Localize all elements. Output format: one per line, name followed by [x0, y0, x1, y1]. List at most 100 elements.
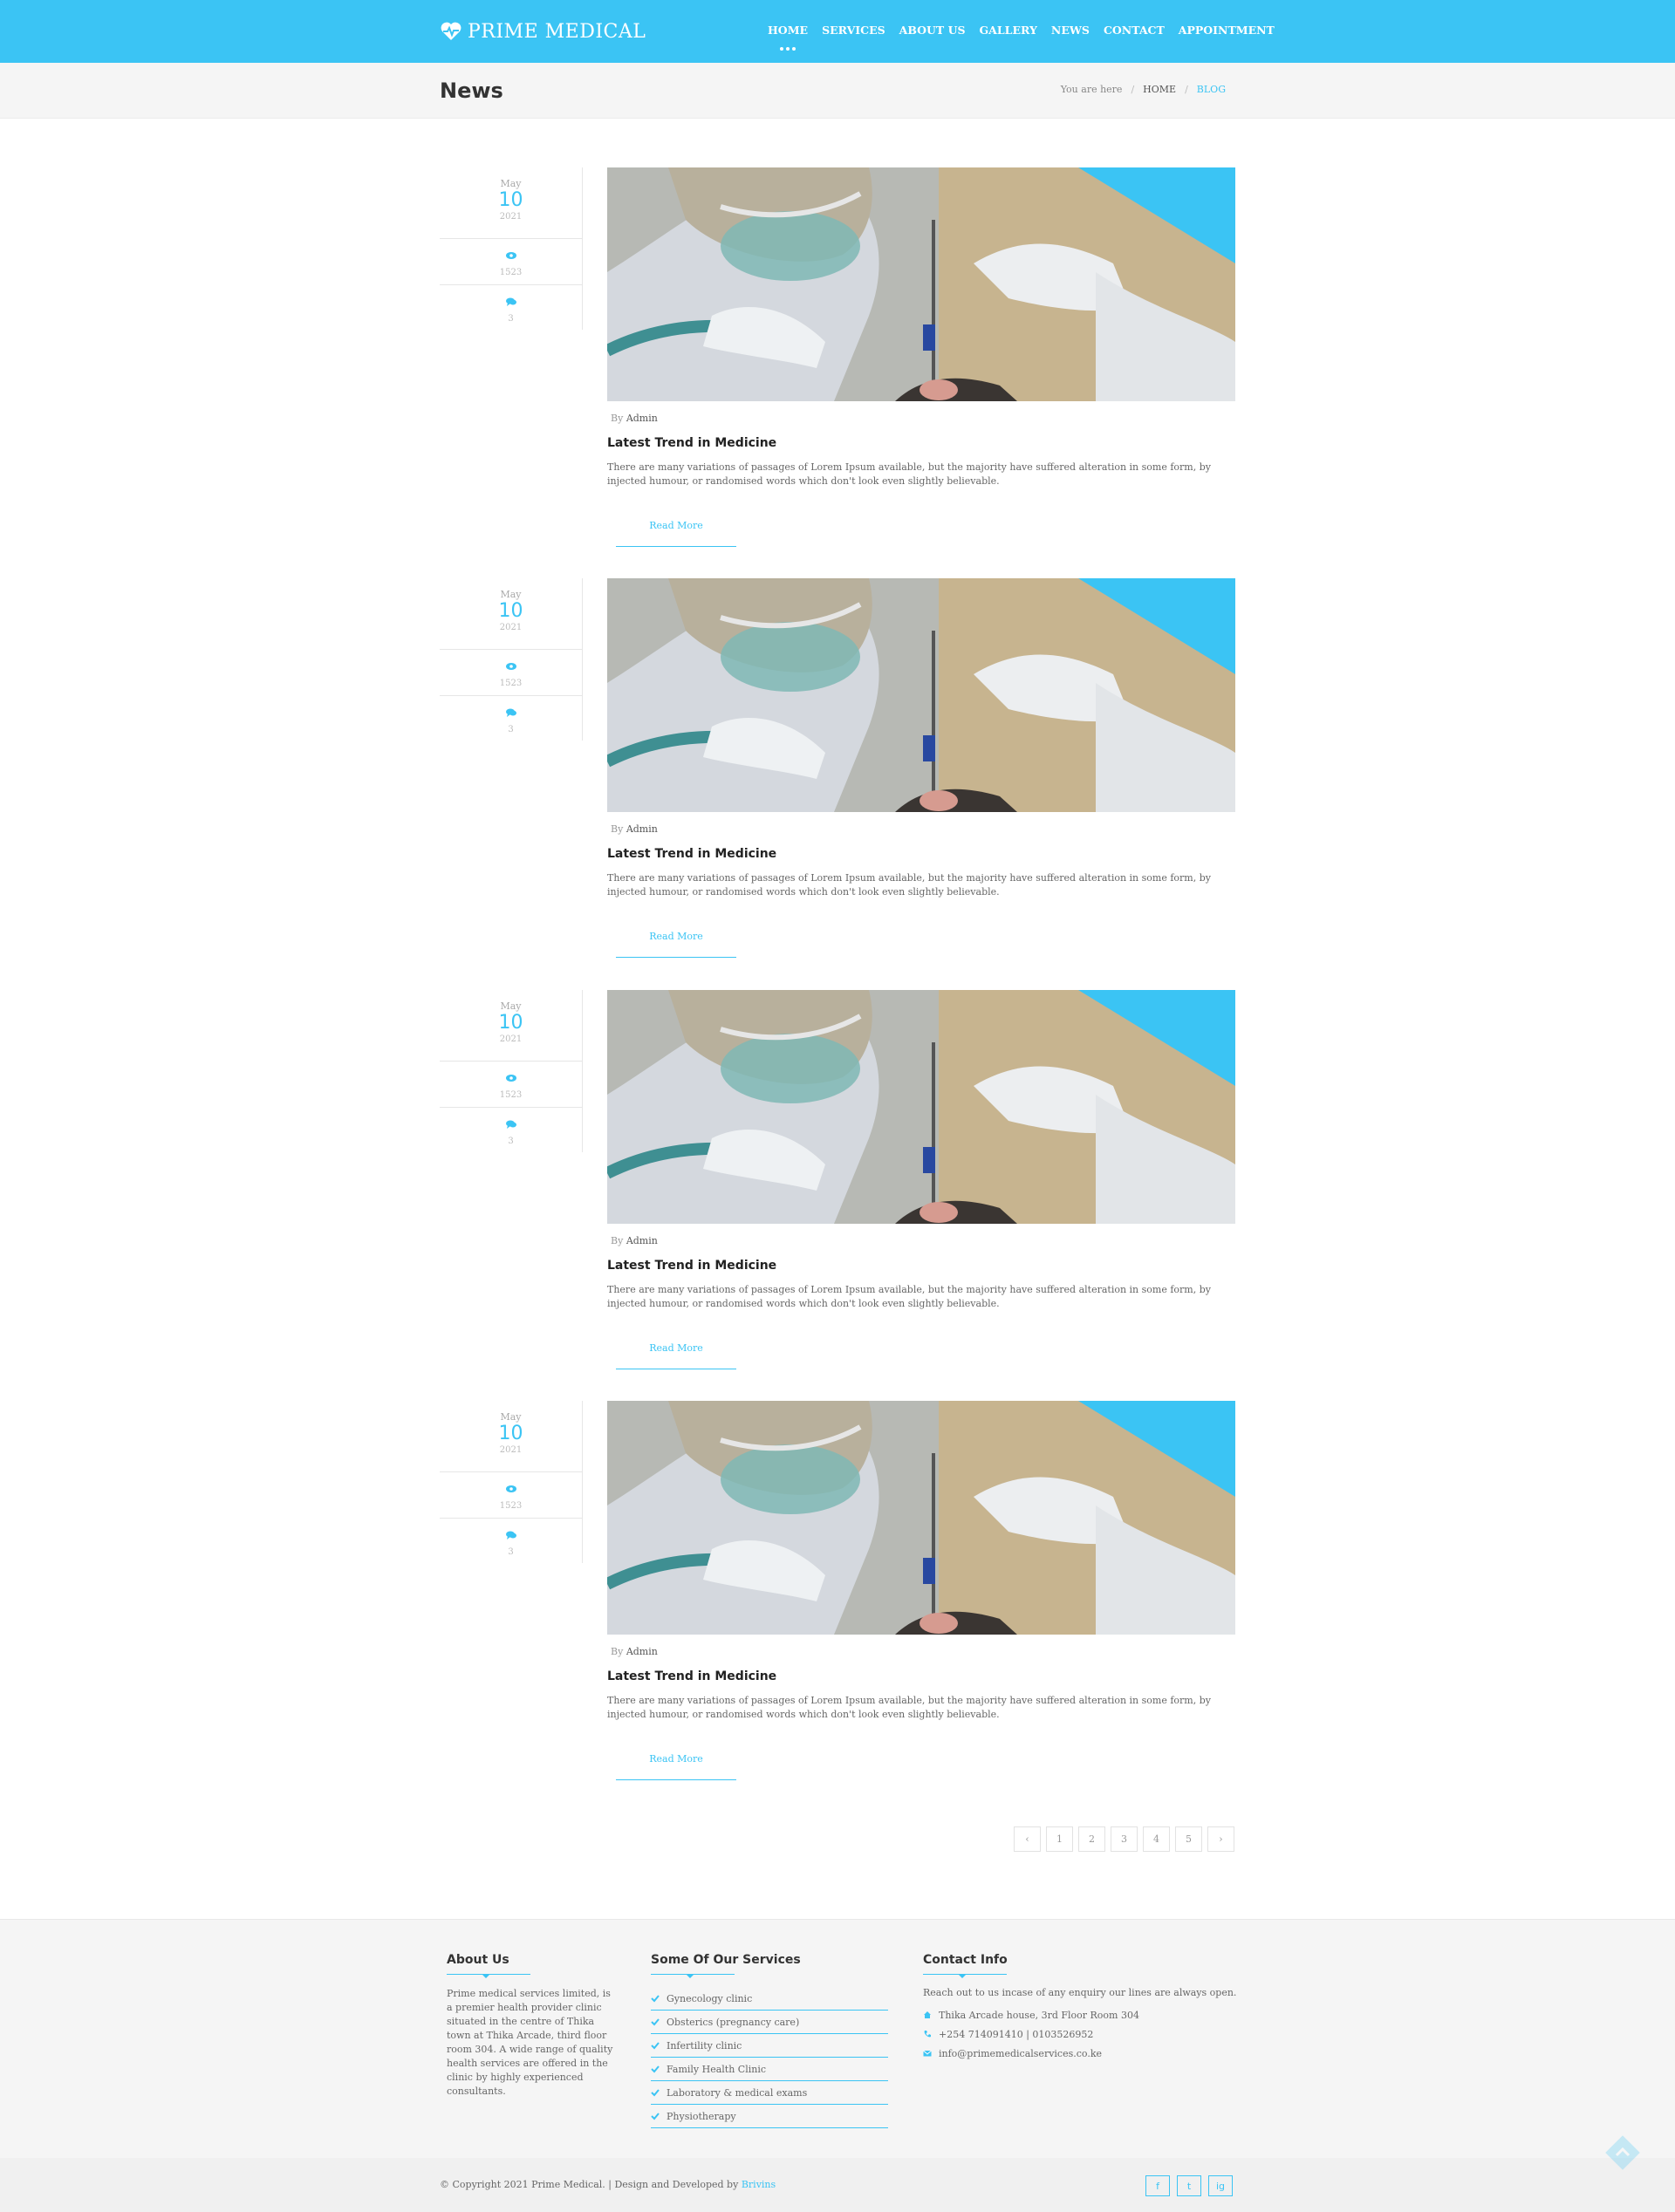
- views-count: 1523: [499, 1090, 523, 1100]
- service-item[interactable]: Laboratory & medical exams: [651, 2081, 888, 2105]
- page-title-bar: News You are here / HOME / BLOG: [0, 63, 1675, 119]
- post-excerpt: There are many variations of passages of…: [607, 461, 1211, 487]
- nav-appointment[interactable]: APPOINTMENT: [1179, 24, 1275, 37]
- logo-text: PRIME MEDICAL: [468, 20, 646, 43]
- blog-post: May 10 2021 1523 3 By Admin Latest Trend…: [440, 1401, 1235, 1785]
- nav-gallery[interactable]: GALLERY: [980, 24, 1037, 37]
- social-links: f t ig: [1145, 2175, 1233, 2196]
- breadcrumb-home[interactable]: HOME: [1143, 84, 1176, 95]
- post-year: 2021: [499, 212, 523, 222]
- post-meta: May 10 2021 1523 3: [440, 578, 583, 741]
- check-icon: [651, 2089, 660, 2097]
- prev-page-button[interactable]: ‹: [1014, 1826, 1041, 1852]
- read-more-button[interactable]: Read More: [616, 520, 736, 547]
- post-byline: By Admin: [611, 823, 658, 835]
- post-image[interactable]: [607, 990, 1235, 1224]
- dentist-photo: [607, 167, 1235, 401]
- page-4-button[interactable]: 4: [1143, 1826, 1170, 1852]
- email-text[interactable]: info@primemedicalservices.co.ke: [939, 2048, 1102, 2059]
- nav-news[interactable]: NEWS: [1051, 24, 1090, 37]
- check-icon: [651, 2113, 660, 2120]
- post-year: 2021: [499, 623, 523, 632]
- read-more-button[interactable]: Read More: [616, 931, 736, 958]
- post-excerpt: There are many variations of passages of…: [607, 1695, 1211, 1720]
- post-comments: 3: [440, 1519, 582, 1565]
- post-views: 1523: [440, 1062, 582, 1108]
- breadcrumb-separator: /: [1185, 84, 1188, 95]
- post-title[interactable]: Latest Trend in Medicine: [607, 847, 776, 861]
- post-month: May: [500, 1411, 522, 1423]
- facebook-icon[interactable]: f: [1145, 2175, 1170, 2196]
- instagram-icon[interactable]: ig: [1208, 2175, 1233, 2196]
- post-date: May 10 2021: [440, 578, 582, 650]
- heart-pulse-icon: [441, 22, 461, 40]
- views-count: 1523: [499, 1501, 523, 1511]
- post-day: 10: [498, 600, 523, 622]
- views-count: 1523: [499, 268, 523, 277]
- service-label: Infertility clinic: [667, 2039, 742, 2052]
- next-page-button[interactable]: ›: [1207, 1826, 1234, 1852]
- post-image[interactable]: [607, 167, 1235, 401]
- copyright-text: © Copyright 2021 Prime Medical. | Design…: [440, 2179, 739, 2190]
- post-date: May 10 2021: [440, 167, 582, 239]
- post-byline: By Admin: [611, 1235, 658, 1246]
- nav-services[interactable]: SERVICES: [822, 24, 885, 37]
- post-author: Admin: [626, 413, 658, 424]
- page-3-button[interactable]: 3: [1111, 1826, 1138, 1852]
- nav-contact[interactable]: CONTACT: [1104, 24, 1165, 37]
- footer-about: About Us Prime medical services limited,…: [447, 1953, 614, 2099]
- twitter-icon[interactable]: t: [1177, 2175, 1201, 2196]
- check-icon: [651, 2042, 660, 2050]
- service-item[interactable]: Family Health Clinic: [651, 2058, 888, 2081]
- contact-address: Thika Arcade house, 3rd Floor Room 304: [923, 2005, 1236, 2024]
- logo[interactable]: PRIME MEDICAL: [440, 17, 646, 45]
- read-more-button[interactable]: Read More: [616, 1753, 736, 1780]
- post-image[interactable]: [607, 578, 1235, 812]
- home-icon: [924, 2011, 931, 2018]
- post-title[interactable]: Latest Trend in Medicine: [607, 436, 776, 450]
- comments-count: 3: [508, 1137, 514, 1146]
- comment-icon: [505, 1120, 516, 1129]
- developer-link[interactable]: Brivins: [742, 2179, 776, 2190]
- nav-home[interactable]: HOME: [768, 24, 808, 51]
- check-icon: [651, 1995, 660, 2003]
- page-1-button[interactable]: 1: [1046, 1826, 1073, 1852]
- nav-about-us[interactable]: ABOUT US: [899, 24, 966, 37]
- post-meta: May 10 2021 1523 3: [440, 167, 583, 330]
- check-icon: [651, 2065, 660, 2073]
- footer-services: Some Of Our Services Gynecology clinic O…: [651, 1953, 888, 2128]
- views-count: 1523: [499, 679, 523, 688]
- phone-icon: [924, 2031, 931, 2038]
- footer-services-heading: Some Of Our Services: [651, 1953, 801, 1967]
- post-month: May: [500, 178, 522, 189]
- page-5-button[interactable]: 5: [1175, 1826, 1202, 1852]
- by-label: By: [611, 413, 624, 424]
- breadcrumb-label: You are here: [1060, 84, 1123, 95]
- post-byline: By Admin: [611, 413, 658, 424]
- service-item[interactable]: Infertility clinic: [651, 2034, 888, 2058]
- service-item[interactable]: Obsterics (pregnancy care): [651, 2011, 888, 2034]
- post-title[interactable]: Latest Trend in Medicine: [607, 1669, 776, 1683]
- active-indicator: [780, 47, 796, 51]
- service-item[interactable]: Gynecology clinic: [651, 1987, 888, 2011]
- post-excerpt: There are many variations of passages of…: [607, 1284, 1211, 1309]
- dentist-photo: [607, 1401, 1235, 1635]
- page-2-button[interactable]: 2: [1078, 1826, 1105, 1852]
- scroll-to-top-icon[interactable]: [1603, 2133, 1642, 2172]
- service-label: Laboratory & medical exams: [667, 2086, 808, 2099]
- page-title: News: [440, 79, 503, 103]
- copyright-bar: © Copyright 2021 Prime Medical. | Design…: [0, 2158, 1675, 2212]
- phone-text[interactable]: +254 714091410 | 0103526952: [939, 2029, 1093, 2040]
- copyright: © Copyright 2021 Prime Medical. | Design…: [440, 2179, 776, 2190]
- post-image[interactable]: [607, 1401, 1235, 1635]
- post-views: 1523: [440, 650, 582, 696]
- post-meta: May 10 2021 1523 3: [440, 990, 583, 1152]
- read-more-button[interactable]: Read More: [616, 1342, 736, 1369]
- breadcrumb-separator: /: [1131, 84, 1135, 95]
- post-month: May: [500, 1000, 522, 1012]
- post-year: 2021: [499, 1445, 523, 1455]
- blog-post: May 10 2021 1523 3 By Admin Latest Trend…: [440, 167, 1235, 551]
- service-item[interactable]: Physiotherapy: [651, 2105, 888, 2128]
- eye-icon: [505, 1485, 516, 1492]
- post-title[interactable]: Latest Trend in Medicine: [607, 1259, 776, 1273]
